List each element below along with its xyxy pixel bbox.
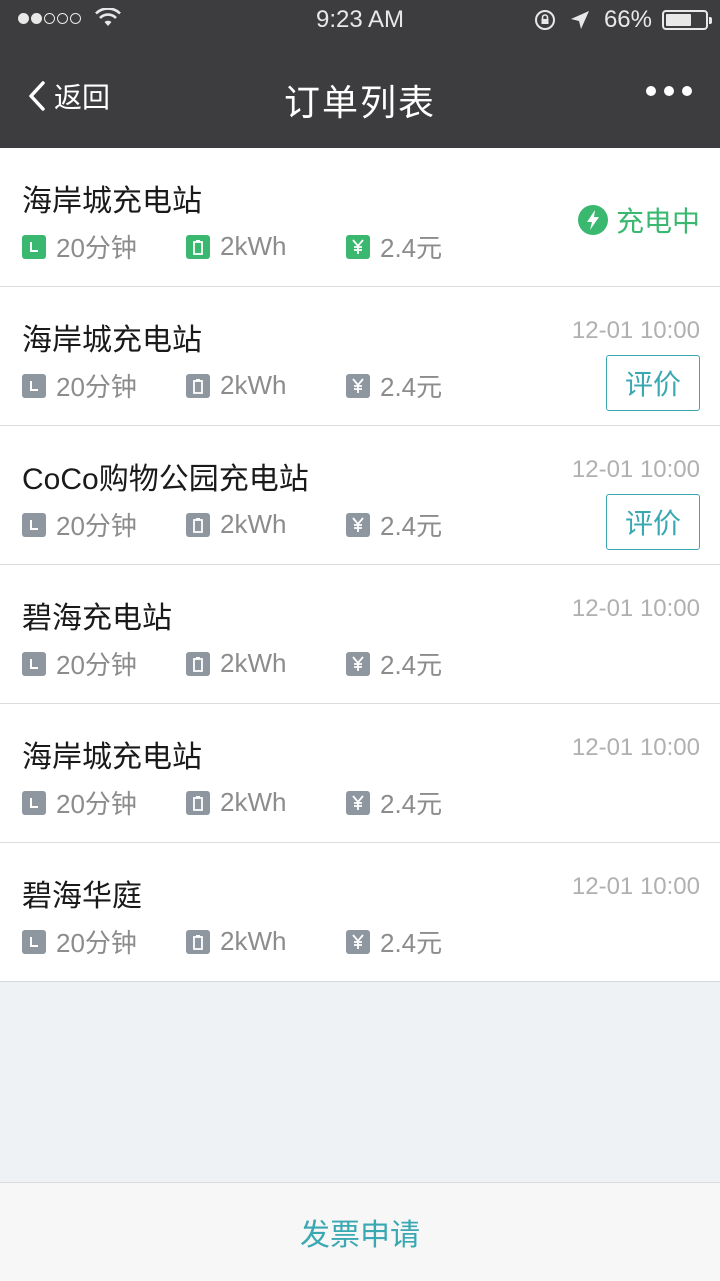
- duration-value: 20分钟: [56, 511, 137, 541]
- header: 9:23 AM 66% 返回 订单列表: [0, 0, 720, 148]
- order-time: 12-01 10:00: [571, 456, 700, 483]
- energy-value: 2kWh: [220, 231, 287, 261]
- charging-status: 充电中: [577, 200, 700, 240]
- duration-metric: 20分钟: [22, 784, 186, 821]
- more-dot-icon: [682, 86, 692, 96]
- battery-percentage: 66%: [603, 6, 652, 33]
- order-row[interactable]: CoCo购物公园充电站 20分钟 2kWh 2.4元 12-01 10:00 评价: [0, 426, 720, 565]
- clock-icon: [22, 373, 46, 398]
- battery-icon: [186, 651, 210, 676]
- yuan-icon: [346, 790, 370, 815]
- battery-icon: [186, 929, 210, 954]
- cost-metric: 2.4元: [346, 784, 442, 821]
- duration-value: 20分钟: [56, 372, 137, 402]
- order-time: 12-01 10:00: [571, 595, 700, 622]
- cost-value: 2.4元: [380, 928, 443, 958]
- station-name: 碧海充电站: [22, 602, 172, 635]
- order-row[interactable]: 碧海华庭 20分钟 2kWh 2.4元 12-01 10:00: [0, 843, 720, 982]
- station-name: 碧海华庭: [22, 880, 142, 913]
- duration-value: 20分钟: [56, 233, 137, 263]
- energy-value: 2kWh: [220, 926, 287, 956]
- footer-bar: 发票申请: [0, 1182, 720, 1281]
- energy-value: 2kWh: [220, 509, 287, 539]
- station-name: 海岸城充电站: [22, 741, 202, 774]
- rate-button[interactable]: 评价: [606, 494, 700, 550]
- station-name: 海岸城充电站: [22, 324, 202, 357]
- duration-value: 20分钟: [56, 928, 137, 958]
- duration-value: 20分钟: [56, 789, 137, 819]
- energy-metric: 2kWh: [186, 926, 346, 957]
- yuan-icon: [346, 234, 370, 259]
- rate-button[interactable]: 评价: [606, 355, 700, 411]
- station-name: CoCo购物公园充电站: [22, 463, 309, 496]
- order-metrics: 20分钟 2kWh 2.4元: [22, 367, 442, 404]
- invoice-request-button[interactable]: 发票申请: [300, 1210, 420, 1254]
- duration-metric: 20分钟: [22, 923, 186, 960]
- order-row[interactable]: 海岸城充电站 20分钟 2kWh 2.4元 12-01 10:00: [0, 704, 720, 843]
- duration-metric: 20分钟: [22, 506, 186, 543]
- order-metrics: 20分钟 2kWh 2.4元: [22, 228, 442, 265]
- more-dot-icon: [646, 86, 656, 96]
- duration-metric: 20分钟: [22, 367, 186, 404]
- cost-value: 2.4元: [380, 233, 443, 263]
- order-metrics: 20分钟 2kWh 2.4元: [22, 506, 442, 543]
- battery-icon: [186, 373, 210, 398]
- battery-icon: [186, 790, 210, 815]
- energy-value: 2kWh: [220, 787, 287, 817]
- order-time: 12-01 10:00: [571, 317, 700, 344]
- location-arrow-icon: [570, 11, 589, 29]
- page-title: 订单列表: [283, 82, 436, 123]
- cost-value: 2.4元: [380, 650, 443, 680]
- energy-value: 2kWh: [220, 370, 287, 400]
- order-list: 海岸城充电站 20分钟 2kWh 2.4元 充电中 海岸城充电站 20分钟 2kWh 2.4元 1…: [0, 148, 720, 982]
- duration-metric: 20分钟: [22, 228, 186, 265]
- clock-icon: [22, 512, 46, 537]
- yuan-icon: [346, 651, 370, 676]
- duration-value: 20分钟: [56, 650, 137, 680]
- order-row[interactable]: 海岸城充电站 20分钟 2kWh 2.4元 充电中: [0, 148, 720, 287]
- energy-metric: 2kWh: [186, 370, 346, 401]
- energy-metric: 2kWh: [186, 648, 346, 679]
- cost-metric: 2.4元: [346, 645, 442, 682]
- cost-metric: 2.4元: [346, 923, 442, 960]
- order-row[interactable]: 碧海充电站 20分钟 2kWh 2.4元 12-01 10:00: [0, 565, 720, 704]
- cost-metric: 2.4元: [346, 228, 442, 265]
- clock-icon: [22, 929, 46, 954]
- energy-value: 2kWh: [220, 648, 287, 678]
- order-metrics: 20分钟 2kWh 2.4元: [22, 923, 442, 960]
- rotation-lock-icon: [534, 10, 555, 30]
- more-dot-icon: [664, 86, 674, 96]
- order-time: 12-01 10:00: [571, 873, 700, 900]
- order-row[interactable]: 海岸城充电站 20分钟 2kWh 2.4元 12-01 10:00 评价: [0, 287, 720, 426]
- order-time: 12-01 10:00: [571, 734, 700, 761]
- order-metrics: 20分钟 2kWh 2.4元: [22, 645, 442, 682]
- cost-value: 2.4元: [380, 789, 443, 819]
- yuan-icon: [346, 373, 370, 398]
- battery-icon: [186, 234, 210, 259]
- cost-value: 2.4元: [380, 372, 443, 402]
- clock-icon: [22, 234, 46, 259]
- yuan-icon: [346, 512, 370, 537]
- battery-icon: [662, 10, 712, 30]
- duration-metric: 20分钟: [22, 645, 186, 682]
- yuan-icon: [346, 929, 370, 954]
- order-metrics: 20分钟 2kWh 2.4元: [22, 784, 442, 821]
- charging-status-label: 充电中: [615, 206, 700, 237]
- energy-metric: 2kWh: [186, 509, 346, 540]
- status-bar: 9:23 AM 66%: [0, 0, 720, 42]
- energy-metric: 2kWh: [186, 787, 346, 818]
- clock-icon: [22, 790, 46, 815]
- more-menu-button[interactable]: [638, 86, 692, 96]
- battery-icon: [186, 512, 210, 537]
- cost-metric: 2.4元: [346, 367, 442, 404]
- station-name: 海岸城充电站: [22, 185, 202, 218]
- energy-metric: 2kWh: [186, 231, 346, 262]
- clock-icon: [22, 651, 46, 676]
- cost-metric: 2.4元: [346, 506, 442, 543]
- lightning-icon: [577, 205, 616, 235]
- cost-value: 2.4元: [380, 511, 443, 541]
